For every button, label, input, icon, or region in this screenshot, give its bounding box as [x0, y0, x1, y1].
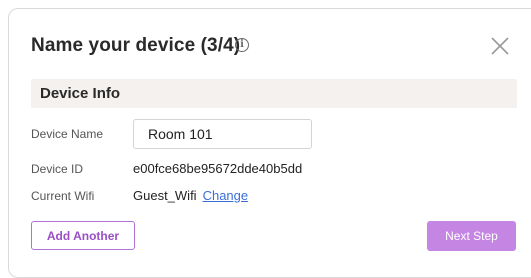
current-wifi-label: Current Wifi [31, 189, 95, 203]
change-wifi-link[interactable]: Change [203, 188, 249, 203]
device-info-section-header: Device Info [31, 79, 517, 108]
device-id-value: e00fce68be95672dde40b5dd [133, 161, 303, 176]
current-wifi-row: Guest_Wifi Change [133, 188, 248, 203]
section-title: Device Info [40, 85, 121, 102]
device-id-label: Device ID [31, 162, 84, 176]
info-icon[interactable]: i [235, 38, 249, 52]
close-icon[interactable] [489, 35, 511, 57]
add-another-button[interactable]: Add Another [31, 221, 135, 250]
dialog-title: Name your device (3/4) [31, 35, 241, 56]
current-wifi-value: Guest_Wifi [133, 188, 197, 203]
device-name-label: Device Name [31, 127, 104, 141]
device-naming-dialog: Name your device (3/4) i Device Info Dev… [8, 8, 531, 278]
device-name-input[interactable] [133, 119, 312, 149]
next-step-button[interactable]: Next Step [427, 221, 516, 251]
